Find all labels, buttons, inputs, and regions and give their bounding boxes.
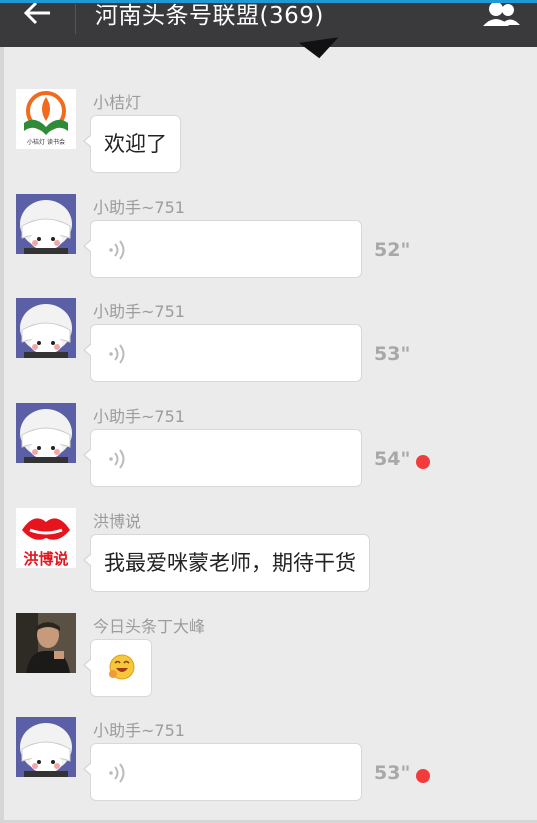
voice-wave-icon [109,240,125,260]
chat-header: 河南头条号联盟(369) [0,0,537,47]
voice-duration: 54" [374,448,411,470]
sender-name: 小助手~751 [93,407,185,426]
left-edge [0,47,4,823]
avatar[interactable] [16,194,76,254]
sender-name: 今日头条丁大峰 [93,617,206,636]
avatar[interactable]: 洪博说 [16,508,76,568]
avatar[interactable] [16,298,76,358]
laughing-face-emoji [109,654,135,680]
voice-duration: 53" [374,343,411,365]
sender-name: 小助手~751 [93,721,185,740]
avatar-caption: 小桔灯 读书会 [27,139,65,146]
back-button[interactable] [16,0,64,40]
voice-duration: 52" [374,239,411,261]
voice-wave-icon [109,344,125,364]
message-bubble[interactable]: 我最爱咪蒙老师，期待干货 [83,534,370,592]
avatar[interactable]: 小桔灯 读书会 [16,89,76,149]
unread-indicator [416,455,430,469]
sender-name: 小助手~751 [93,302,185,321]
voice-message-bubble[interactable] [83,220,362,278]
voice-message-bubble[interactable] [83,324,362,382]
avatar[interactable] [16,717,76,777]
voice-duration: 53" [374,762,411,784]
sender-name: 洪博说 [93,512,142,531]
group-members-icon [483,2,520,26]
avatar[interactable] [16,403,76,463]
emoji-message-bubble[interactable] [83,639,152,697]
header-divider [75,4,76,34]
unread-indicator [416,769,430,783]
avatar[interactable] [16,613,76,673]
sender-name: 小桔灯 [93,93,142,112]
voice-message-bubble[interactable] [83,429,362,487]
voice-wave-icon [109,763,125,783]
voice-wave-icon [109,449,125,469]
header-accent-line [0,0,537,3]
arrow-left-icon [23,1,50,25]
sender-name: 小助手~751 [93,198,185,217]
avatar-caption: 洪博说 [23,550,69,568]
voice-message-bubble[interactable] [83,743,362,801]
message-bubble[interactable]: 欢迎了 [83,115,181,173]
chat-title: 河南头条号联盟(369) [95,3,324,29]
group-members-button[interactable] [479,0,523,34]
